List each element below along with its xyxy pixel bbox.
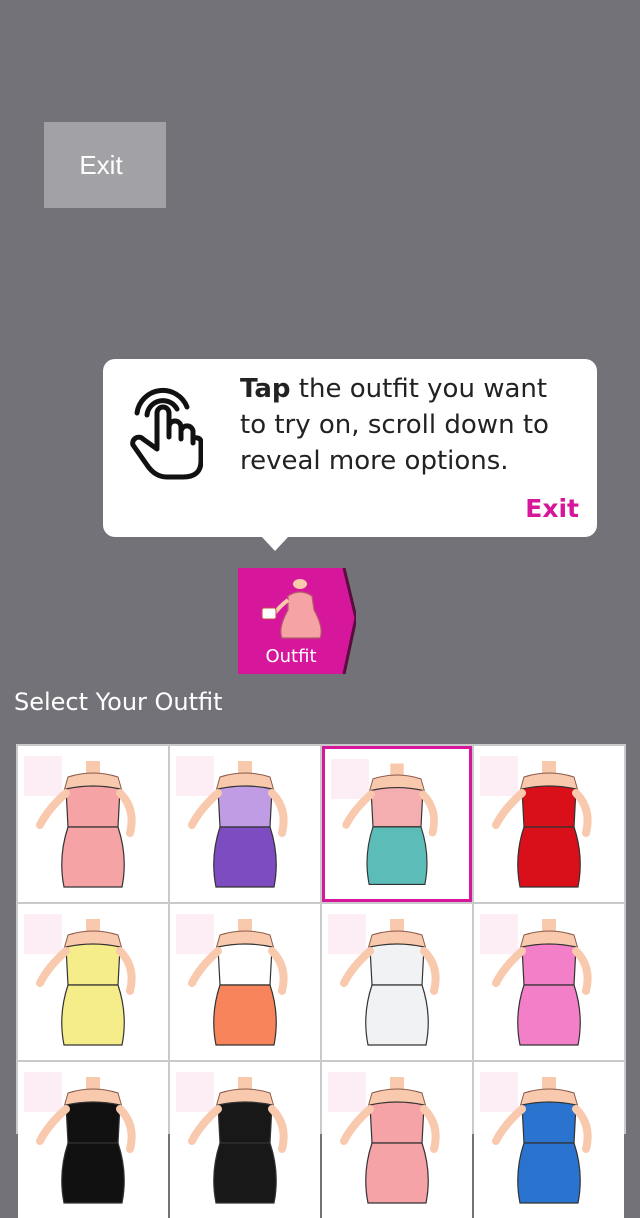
section-title: Select Your Outfit [14,688,223,716]
outfit-figure-icon [340,1077,440,1204]
outfit-option-white-gown[interactable] [322,904,472,1060]
outfit-option-pink-croptop-teal-pants[interactable] [322,746,472,902]
outfit-option-pink-dress[interactable] [18,746,168,902]
outfit-figure-icon [36,1077,136,1204]
outfit-figure-icon [36,919,136,1046]
outfit-grid [16,744,626,1218]
tooltip-bold: Tap [240,374,291,404]
tooltip-text: Tap the outfit you want to try on, scrol… [240,371,580,479]
exit-button[interactable]: Exit [44,122,166,208]
outfit-option-lavender-top-purple-skirt[interactable] [170,746,320,902]
outfit-figure-icon [36,761,136,888]
outfit-option-white-blouse-orange-skirt[interactable] [170,904,320,1060]
outfit-option-pink-bikini[interactable] [322,1062,472,1218]
outfit-option-yellow-dress[interactable] [18,904,168,1060]
outfit-figure-icon [188,761,288,888]
outfit-figure-icon [188,1077,288,1204]
outfit-figure-icon [492,919,592,1046]
outfit-option-red-dress-purple-boa[interactable] [474,746,624,902]
outfit-figure-icon [340,919,440,1046]
outfit-tab-label: Outfit [265,646,317,667]
outfit-option-blue-top[interactable] [474,1062,624,1218]
outfit-figure-icon [188,919,288,1046]
outfit-tab[interactable]: Outfit [238,568,356,674]
outfit-option-black-blazer[interactable] [170,1062,320,1218]
outfit-option-pink-tank-skirt[interactable] [474,904,624,1060]
outfit-figure-icon [342,763,438,886]
tutorial-tooltip: Tap the outfit you want to try on, scrol… [103,359,597,551]
outfit-option-black-bra[interactable] [18,1062,168,1218]
tooltip-exit-button[interactable]: Exit [525,494,579,523]
dress-icon [261,579,322,639]
outfit-figure-icon [492,761,592,888]
tap-hand-icon [130,387,203,480]
outfit-figure-icon [492,1077,592,1204]
